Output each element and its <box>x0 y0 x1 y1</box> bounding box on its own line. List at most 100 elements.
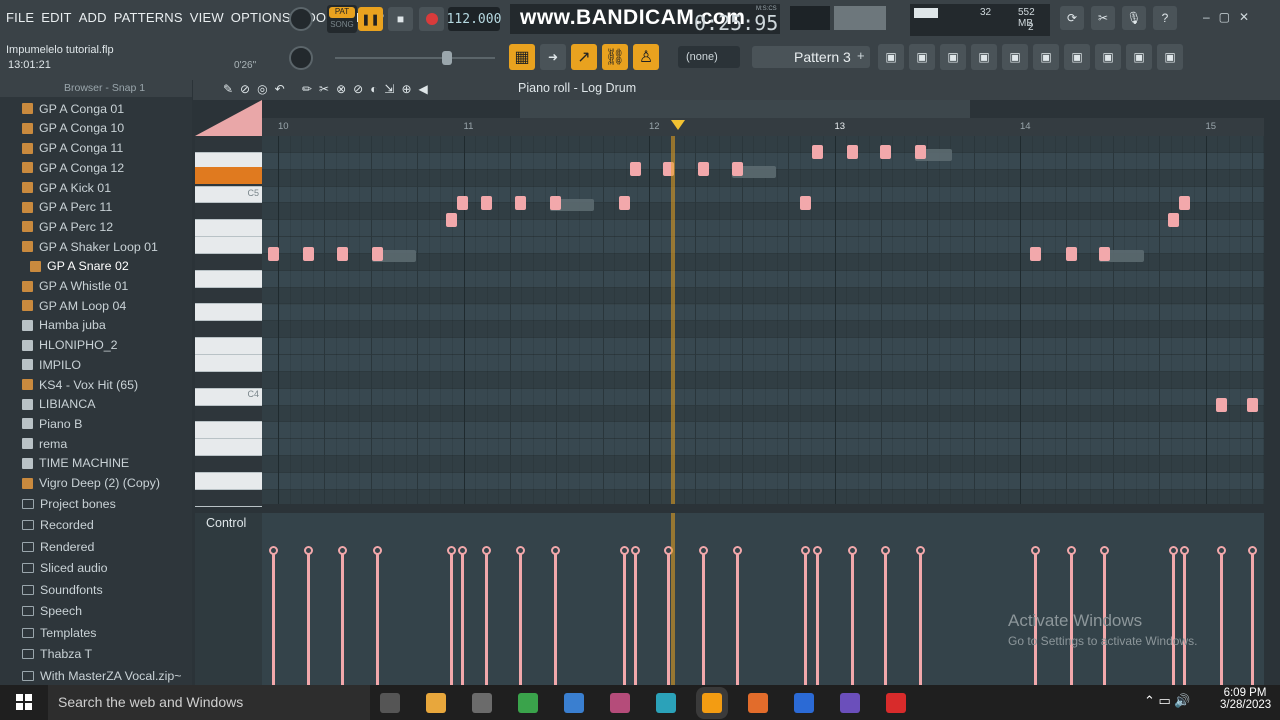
piano-key[interactable] <box>195 220 262 238</box>
velocity-lane[interactable] <box>262 513 1264 685</box>
velocity-stem[interactable] <box>884 550 888 685</box>
velocity-handle[interactable] <box>732 546 742 555</box>
note[interactable] <box>1247 398 1259 413</box>
note[interactable] <box>811 145 823 160</box>
piano-key[interactable] <box>195 304 262 322</box>
browser-item[interactable]: Vigro Deep (2) (Copy) <box>0 473 190 493</box>
velocity-stem[interactable] <box>485 550 489 685</box>
browser-item[interactable]: Hamba juba <box>0 316 190 336</box>
note[interactable] <box>268 246 279 261</box>
velocity-handle[interactable] <box>1179 546 1189 555</box>
velocity-handle[interactable] <box>269 546 278 555</box>
menu-item-add[interactable]: ADD <box>79 10 107 25</box>
pitch-slider-track[interactable] <box>335 57 495 59</box>
channel-select[interactable]: (none) <box>678 46 740 68</box>
note[interactable] <box>481 195 493 210</box>
note[interactable] <box>1099 246 1111 261</box>
menu-item-options[interactable]: OPTIONS <box>231 10 291 25</box>
menu-item-view[interactable]: VIEW <box>190 10 224 25</box>
browser-folder[interactable]: Project bones <box>0 493 190 515</box>
browser-item[interactable]: GP A Perc 12 <box>0 217 190 237</box>
file-explorer-icon[interactable] <box>426 693 446 713</box>
piano-key[interactable] <box>195 287 262 305</box>
piano-key[interactable] <box>195 237 262 254</box>
browser-folder[interactable]: Templates <box>0 622 190 644</box>
winrar-icon[interactable] <box>610 693 630 713</box>
note[interactable] <box>446 212 458 227</box>
project-icon[interactable] <box>518 693 538 713</box>
add-pattern-button[interactable]: + <box>857 48 865 63</box>
velocity-stem[interactable] <box>1251 550 1255 685</box>
velocity-stem[interactable] <box>735 550 739 685</box>
paint-view-icon[interactable]: ▣ <box>1095 44 1121 70</box>
note[interactable] <box>457 195 469 210</box>
velocity-stem[interactable] <box>461 550 465 685</box>
plugin-view-icon[interactable]: ▣ <box>1033 44 1059 70</box>
velocity-handle[interactable] <box>1100 546 1110 555</box>
browser-item[interactable]: rema <box>0 434 190 454</box>
note[interactable] <box>1167 212 1179 227</box>
channel-rack-view-icon[interactable]: ▣ <box>940 44 966 70</box>
piano-key[interactable] <box>195 422 262 440</box>
velocity-handle[interactable] <box>482 546 492 555</box>
velocity-stem[interactable] <box>667 550 671 685</box>
pitch-slider-handle[interactable] <box>442 51 452 65</box>
velocity-stem[interactable] <box>1182 550 1186 685</box>
stop-button[interactable]: ■ <box>388 7 413 31</box>
piano-key[interactable] <box>195 203 262 221</box>
piano-key[interactable] <box>195 321 262 339</box>
velocity-handle[interactable] <box>699 546 709 555</box>
browser-folder[interactable]: Soundfonts <box>0 579 190 601</box>
note[interactable] <box>1215 398 1227 413</box>
window-controls[interactable]: –▢✕ <box>1203 10 1258 24</box>
velocity-handle[interactable] <box>881 546 891 555</box>
velocity-stem[interactable] <box>1171 550 1175 685</box>
velocity-handle[interactable] <box>447 546 457 555</box>
velocity-stem[interactable] <box>307 550 311 685</box>
visual-studio-icon[interactable] <box>840 693 860 713</box>
velocity-stem[interactable] <box>804 550 808 685</box>
piano-view-icon[interactable]: ▣ <box>971 44 997 70</box>
pattern-select[interactable]: Pattern 3 <box>752 46 870 68</box>
browser-item[interactable]: GP A Whistle 01 <box>0 276 190 296</box>
note[interactable] <box>336 246 348 261</box>
menu-item-edit[interactable]: EDIT <box>41 10 71 25</box>
help-icon[interactable]: ? <box>1153 6 1177 30</box>
browser-folder[interactable]: Rendered <box>0 536 190 558</box>
piano-roll-tool-icons[interactable]: ✎⊘◎↶ ✏✂⊗⊘◐⇲⊕◀ <box>223 82 435 96</box>
browser-item[interactable]: GP A Conga 12 <box>0 158 190 178</box>
store-icon[interactable] <box>564 693 584 713</box>
step-edit-icon[interactable]: ↗ <box>571 44 597 70</box>
note[interactable] <box>549 195 561 210</box>
piano-roll-icon[interactable]: ▦ <box>509 44 535 70</box>
piano-key[interactable] <box>195 270 262 288</box>
velocity-handle[interactable] <box>630 546 640 555</box>
note[interactable] <box>1178 195 1190 210</box>
browser-item[interactable]: LIBIANCA <box>0 395 190 415</box>
velocity-stem[interactable] <box>919 550 923 685</box>
browser-folder[interactable]: Speech <box>0 601 190 623</box>
note[interactable] <box>698 162 710 177</box>
timeline-ruler[interactable]: 10 11 12 13 14 15 <box>262 118 1264 136</box>
note[interactable] <box>800 195 812 210</box>
pat-song-switch[interactable]: PAT SONG <box>327 5 357 33</box>
note[interactable] <box>303 246 315 261</box>
piano-keyboard[interactable]: C5 C4 <box>195 136 262 507</box>
mixer-view-icon[interactable]: ▣ <box>909 44 935 70</box>
velocity-stem[interactable] <box>450 550 454 685</box>
piano-key[interactable] <box>195 136 262 153</box>
velocity-handle[interactable] <box>1216 546 1226 555</box>
browser-item[interactable]: GP A Shaker Loop 01 <box>0 237 190 257</box>
record-icon[interactable] <box>886 693 906 713</box>
velocity-stem[interactable] <box>622 550 626 685</box>
velocity-stem[interactable] <box>633 550 637 685</box>
note[interactable] <box>1030 246 1042 261</box>
velocity-stem[interactable] <box>850 550 854 685</box>
magnet-view-icon[interactable]: ▣ <box>1126 44 1152 70</box>
browser-item[interactable]: GP A Conga 10 <box>0 119 190 139</box>
arrow-right-icon[interactable]: ➜ <box>540 44 566 70</box>
note-grid[interactable] <box>262 136 1264 504</box>
shop-view-icon[interactable]: ▣ <box>1157 44 1183 70</box>
browser-item[interactable]: HLONIPHO_2 <box>0 335 190 355</box>
fl-studio-icon[interactable] <box>702 693 722 713</box>
